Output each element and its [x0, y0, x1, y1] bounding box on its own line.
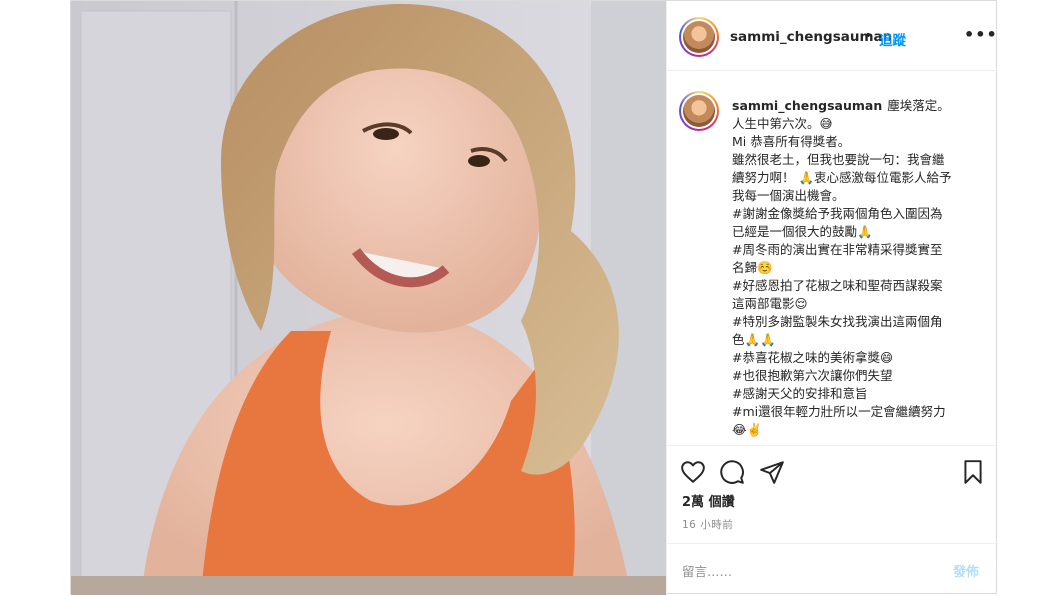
comment-icon[interactable] [719, 459, 745, 485]
caption-line: 😂✌️ [732, 422, 763, 437]
caption-hashtag-line[interactable]: #謝謝金像獎給予我兩個角色入圍因為 [732, 205, 982, 223]
more-options-icon[interactable]: ••• [964, 25, 998, 44]
caption-hashtag-line[interactable]: #也很抱歉第六次讓你們失望 [732, 367, 982, 385]
follow-button[interactable]: 追蹤 [879, 29, 906, 49]
post-side-panel: sammi_chengsauman • 追蹤 ••• sammi_chengsa… [666, 1, 998, 595]
action-bar [667, 447, 998, 493]
post-timestamp[interactable]: 16 小時前 [682, 517, 733, 532]
caption-line: 人生中第六次。😅 [732, 116, 833, 131]
caption-line: 我每一個演出機會。 [732, 188, 845, 203]
caption-line: 色🙏🙏 [732, 332, 776, 347]
post-header: sammi_chengsauman • 追蹤 ••• [667, 1, 998, 71]
post-photo[interactable] [71, 1, 666, 595]
caption-username-link[interactable]: sammi_chengsauman [732, 98, 882, 113]
comment-bar: 留言…… 發佈 [667, 543, 998, 595]
separator-dot: • [864, 28, 873, 44]
caption-hashtag-line[interactable]: #周冬雨的演出實在非常精采得獎實至 [732, 241, 982, 259]
caption-hashtag-line[interactable]: #特別多謝監製朱女找我演出這兩個角 [732, 313, 982, 331]
selfie-image [71, 1, 666, 595]
caption-hashtag-line[interactable]: #恭喜花椒之味的美術拿獎😄 [732, 349, 982, 367]
caption-line: 已經是一個很大的鼓勵🙏 [732, 224, 873, 239]
post-comment-button[interactable]: 發佈 [953, 561, 979, 580]
caption-line-text: 塵埃落定。 [887, 98, 950, 113]
caption-line: Mi 恭喜所有得獎者。 [732, 134, 851, 149]
caption-line: 續努力啊！ 🙏衷心感激每位電影人給予 [732, 170, 952, 185]
caption-line: 這兩部電影😌 [732, 296, 808, 311]
caption-line: sammi_chengsauman 塵埃落定。 [732, 97, 982, 115]
comment-input[interactable]: 留言…… [682, 561, 732, 580]
instagram-post: sammi_chengsauman • 追蹤 ••• sammi_chengsa… [70, 0, 998, 595]
share-icon[interactable] [759, 459, 785, 485]
caption-hashtag-line[interactable]: #mi還很年輕力壯所以一定會繼續努力 [732, 403, 982, 421]
caption-section: sammi_chengsauman 塵埃落定。 人生中第六次。😅 Mi 恭喜所有得… [667, 71, 998, 446]
caption-hashtag-line[interactable]: #感謝天父的安排和意旨 [732, 385, 982, 403]
like-count[interactable]: 2萬 個讚 [682, 491, 735, 510]
heart-icon[interactable] [680, 459, 706, 485]
avatar[interactable] [683, 21, 715, 53]
caption-line: 名歸☺️ [732, 260, 773, 275]
caption-text: sammi_chengsauman 塵埃落定。 人生中第六次。😅 Mi 恭喜所有得… [732, 97, 982, 439]
caption-hashtag-line[interactable]: #好感恩拍了花椒之味和聖荷西謀殺案 [732, 277, 982, 295]
caption-avatar[interactable] [683, 95, 715, 127]
bookmark-icon[interactable] [960, 459, 986, 485]
caption-line: 雖然很老土，但我也要說一句：我會繼 [732, 152, 945, 167]
